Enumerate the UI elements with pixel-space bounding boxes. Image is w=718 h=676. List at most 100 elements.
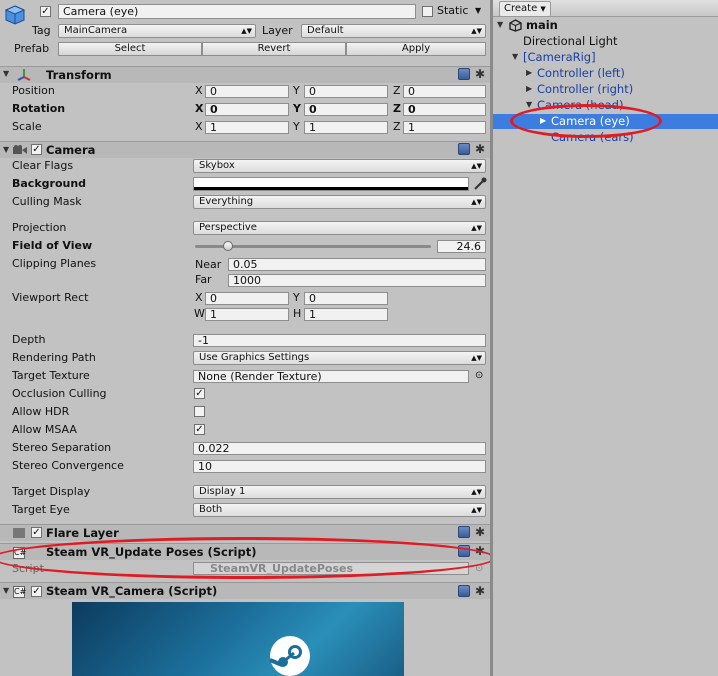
camera-foldout-icon[interactable]: ▼ <box>3 143 9 157</box>
flare-layer-checkbox[interactable]: ✓ <box>31 527 42 538</box>
near-field[interactable]: 0.05 <box>228 258 486 271</box>
rotation-x-field[interactable]: 0 <box>205 103 289 116</box>
clear-flags-dropdown[interactable]: Skybox ▲▼ <box>193 159 486 173</box>
static-dropdown-arrow[interactable]: ▼ <box>475 4 481 18</box>
fov-field[interactable]: 24.6 <box>437 240 486 253</box>
camera-gear-icon[interactable]: ✱ <box>475 142 485 156</box>
scale-z-field[interactable]: 1 <box>403 121 486 134</box>
create-arrow-icon: ▼ <box>540 5 546 13</box>
transform-help-icon[interactable] <box>458 68 470 80</box>
object-name-field[interactable]: Camera (eye) <box>58 4 416 19</box>
transform-gear-icon[interactable]: ✱ <box>475 67 485 81</box>
hierarchy-item-controller-left[interactable]: Controller (left) <box>537 66 625 80</box>
scene-name[interactable]: main <box>526 18 558 32</box>
rotation-y-label: Y <box>293 102 301 115</box>
camera-enabled-checkbox[interactable]: ✓ <box>31 144 42 155</box>
near-label: Near <box>195 258 222 271</box>
far-field[interactable]: 1000 <box>228 274 486 287</box>
prefab-apply-button[interactable]: Apply <box>346 42 486 56</box>
allow-hdr-checkbox[interactable] <box>194 406 205 417</box>
layer-dropdown[interactable]: Default ▲▼ <box>301 24 486 38</box>
target-eye-value: Both <box>199 504 223 515</box>
depth-field[interactable]: -1 <box>193 334 486 347</box>
hierarchy-item-controller-right[interactable]: Controller (right) <box>537 82 633 96</box>
culling-mask-label: Culling Mask <box>12 195 82 208</box>
hierarchy-item-camerarig[interactable]: [CameraRig] <box>523 50 596 64</box>
viewport-x-field[interactable]: 0 <box>205 292 289 305</box>
viewport-h-field[interactable]: 1 <box>304 308 388 321</box>
viewport-w-label: W <box>194 307 205 320</box>
scale-y-field[interactable]: 1 <box>304 121 388 134</box>
tag-dropdown[interactable]: MainCamera ▲▼ <box>58 24 256 38</box>
rendering-path-value: Use Graphics Settings <box>199 352 310 363</box>
viewport-w-field[interactable]: 1 <box>205 308 289 321</box>
active-checkbox[interactable]: ✓ <box>40 6 51 17</box>
background-label: Background <box>12 177 87 190</box>
target-eye-label: Target Eye <box>12 503 70 516</box>
rendering-path-arrow-icon: ▲▼ <box>471 354 482 362</box>
allow-msaa-checkbox[interactable]: ✓ <box>194 424 205 435</box>
background-alpha-bar <box>194 187 468 190</box>
create-button[interactable]: Create ▼ <box>499 1 551 17</box>
target-display-value: Display 1 <box>199 486 246 497</box>
controller-left-foldout-icon[interactable]: ▶ <box>526 66 532 80</box>
hierarchy-item-directional-light[interactable]: Directional Light <box>523 34 618 48</box>
position-x-field[interactable]: 0 <box>205 85 289 98</box>
flare-layer-gear-icon[interactable]: ✱ <box>475 525 485 539</box>
clear-flags-arrow-icon: ▲▼ <box>471 162 482 170</box>
transform-icon <box>16 67 32 81</box>
target-display-arrow-icon: ▲▼ <box>471 488 482 496</box>
target-texture-picker-icon[interactable]: ⊙ <box>475 369 483 383</box>
target-eye-arrow-icon: ▲▼ <box>471 506 482 514</box>
position-label: Position <box>12 84 55 97</box>
rendering-path-dropdown[interactable]: Use Graphics Settings ▲▼ <box>193 351 486 365</box>
position-y-label: Y <box>293 84 300 97</box>
fov-slider-thumb[interactable] <box>223 241 234 251</box>
rotation-z-field[interactable]: 0 <box>403 103 486 116</box>
stereo-convergence-field[interactable]: 10 <box>193 460 486 473</box>
scale-label: Scale <box>12 120 42 133</box>
controller-right-foldout-icon[interactable]: ▶ <box>526 82 532 96</box>
layer-label: Layer <box>262 24 293 37</box>
steam-logo-icon <box>269 636 310 676</box>
steamvr-camera-foldout-icon[interactable]: ▼ <box>3 584 9 598</box>
culling-mask-dropdown[interactable]: Everything ▲▼ <box>193 195 486 209</box>
prefab-revert-button[interactable]: Revert <box>202 42 346 56</box>
prefab-select-button[interactable]: Select <box>58 42 202 56</box>
far-label: Far <box>195 273 212 286</box>
culling-mask-value: Everything <box>199 196 254 207</box>
eyedropper-icon[interactable] <box>473 177 487 191</box>
projection-dropdown[interactable]: Perspective ▲▼ <box>193 221 486 235</box>
position-y-field[interactable]: 0 <box>304 85 388 98</box>
viewport-y-field[interactable]: 0 <box>304 292 388 305</box>
viewport-x-label: X <box>195 291 203 304</box>
camera-help-icon[interactable] <box>458 143 470 155</box>
camerarig-foldout-icon[interactable]: ▼ <box>512 50 518 64</box>
hierarchy-panel: Create ▼ ▼ main Directional Light ▼ [Cam… <box>493 0 718 676</box>
target-display-dropdown[interactable]: Display 1 ▲▼ <box>193 485 486 499</box>
stereo-separation-label: Stereo Separation <box>12 441 112 454</box>
target-texture-field[interactable]: None (Render Texture) <box>193 370 469 383</box>
scene-foldout-icon[interactable]: ▼ <box>497 18 503 32</box>
scale-x-field[interactable]: 1 <box>205 121 289 134</box>
occlusion-culling-checkbox[interactable]: ✓ <box>194 388 205 399</box>
culling-mask-arrow-icon: ▲▼ <box>471 198 482 206</box>
steamvr-camera-checkbox[interactable]: ✓ <box>31 586 42 597</box>
static-checkbox[interactable] <box>422 6 433 17</box>
steamvr-camera-help-icon[interactable] <box>458 585 470 597</box>
inspector-panel: ✓ Camera (eye) Static ▼ Tag MainCamera ▲▼… <box>0 0 490 676</box>
position-x-label: X <box>195 84 203 97</box>
transform-foldout-icon[interactable]: ▼ <box>3 67 9 81</box>
background-color-swatch[interactable] <box>193 177 469 191</box>
fov-label: Field of View <box>12 239 93 252</box>
viewport-y-label: Y <box>293 291 300 304</box>
allow-msaa-label: Allow MSAA <box>12 423 77 436</box>
static-label: Static <box>437 4 469 17</box>
rotation-y-field[interactable]: 0 <box>304 103 388 116</box>
steamvr-camera-gear-icon[interactable]: ✱ <box>475 584 485 598</box>
position-z-field[interactable]: 0 <box>403 85 486 98</box>
flare-layer-help-icon[interactable] <box>458 526 470 538</box>
viewport-h-label: H <box>293 307 302 320</box>
target-eye-dropdown[interactable]: Both ▲▼ <box>193 503 486 517</box>
stereo-separation-field[interactable]: 0.022 <box>193 442 486 455</box>
